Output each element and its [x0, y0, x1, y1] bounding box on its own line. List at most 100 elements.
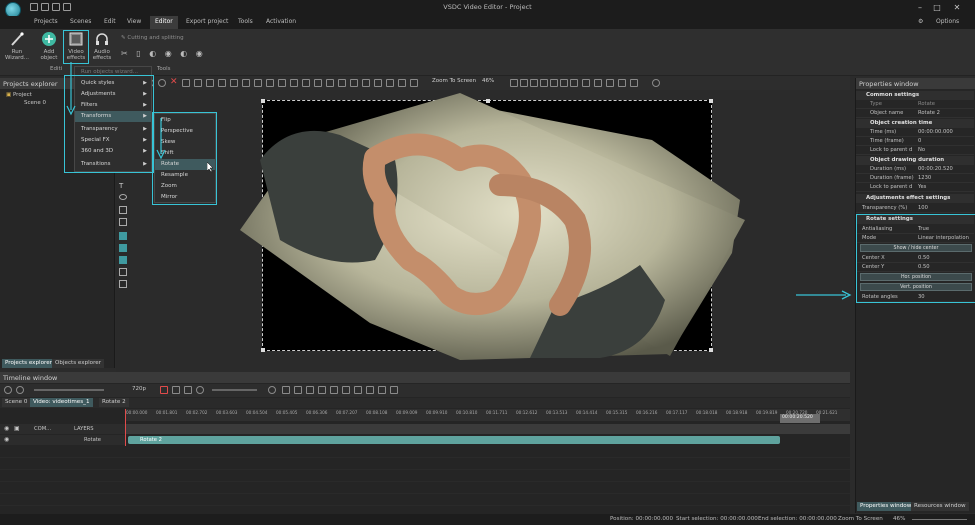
breadcrumb-rotate[interactable]: Rotate 2 — [99, 398, 129, 407]
ellipse-tool-icon[interactable] — [119, 194, 127, 200]
prop-lock-to-parent-duration[interactable]: Lock to parent d Yes — [856, 183, 974, 192]
split-icon[interactable] — [172, 386, 180, 394]
align-left-icon[interactable] — [254, 79, 262, 87]
breadcrumb-scene[interactable]: Scene 0 — [2, 398, 31, 407]
record-icon[interactable] — [160, 386, 168, 394]
track-lane-com[interactable] — [125, 424, 850, 434]
prop-duration-frame[interactable]: Duration (frame) 1230 — [856, 174, 974, 183]
prop-lock-to-parent[interactable]: Lock to parent d No — [856, 146, 974, 155]
zoom-select[interactable]: 46% — [482, 78, 494, 84]
delete-icon[interactable]: ✕ — [170, 77, 178, 87]
clock-icon[interactable] — [268, 386, 276, 394]
align-icon[interactable] — [218, 79, 226, 87]
tab-properties-window[interactable]: Properties window — [857, 502, 915, 511]
mask-icon[interactable] — [606, 79, 614, 87]
minimize-button[interactable]: – — [913, 2, 927, 13]
menu-editor[interactable]: Editor — [150, 16, 178, 29]
zoom-in-icon[interactable] — [510, 79, 518, 87]
tab-projects-explorer[interactable]: Projects explorer — [2, 359, 55, 368]
grid-icon[interactable] — [314, 79, 322, 87]
fullscreen-preview-icon[interactable] — [390, 386, 398, 394]
rotate-clip[interactable]: Rotate 2 — [128, 436, 780, 444]
skip-end-icon[interactable] — [330, 386, 338, 394]
overlay-icon[interactable] — [570, 79, 578, 87]
picture-icon[interactable] — [582, 79, 590, 87]
close-button[interactable]: ✕ — [950, 2, 964, 13]
undo-icon[interactable] — [158, 79, 166, 87]
scene-canvas[interactable] — [130, 90, 850, 370]
marker-icon[interactable] — [618, 79, 626, 87]
prop-time-frame[interactable]: Time (frame) 0 — [856, 137, 974, 146]
menu-export-project[interactable]: Export project — [186, 18, 228, 25]
menu-tools[interactable]: Tools — [238, 18, 253, 25]
eye-icon[interactable]: ◉ — [4, 436, 9, 443]
add-icon[interactable] — [4, 386, 12, 394]
crop-icon[interactable] — [206, 79, 214, 87]
arrow-left-icon[interactable] — [362, 79, 370, 87]
align-right-icon[interactable] — [266, 79, 274, 87]
crop-frame-icon[interactable] — [594, 79, 602, 87]
options-button[interactable]: Options — [936, 18, 959, 25]
tree-scene[interactable]: Scene 0 — [24, 100, 46, 106]
volume-slider[interactable] — [212, 389, 257, 391]
marker-prev-icon[interactable] — [342, 386, 350, 394]
tab-resources-window[interactable]: Resources window — [911, 502, 969, 511]
next-frame-icon[interactable] — [318, 386, 326, 394]
play-icon[interactable] — [306, 386, 314, 394]
section-object-creation-time[interactable]: Object creation time — [856, 119, 974, 128]
add-object-button[interactable]: Add object — [36, 31, 62, 61]
menu-view[interactable]: View — [127, 18, 141, 25]
snap-icon[interactable] — [326, 79, 334, 87]
prop-transparency[interactable]: Transparency (%) 100 — [856, 204, 974, 213]
status-zoom-slider[interactable] — [912, 519, 967, 520]
skip-start-icon[interactable] — [282, 386, 290, 394]
status-zoom[interactable]: Zoom To Screen — [838, 516, 883, 522]
rect-tool-icon[interactable] — [119, 206, 127, 214]
run-wizard-button[interactable]: Run Wizard... — [4, 31, 30, 61]
speed-icon[interactable] — [378, 386, 386, 394]
snapshot-icon[interactable] — [366, 386, 374, 394]
fit-icon[interactable] — [530, 79, 538, 87]
resolution-select[interactable]: 720p — [132, 386, 146, 392]
chart-tool-icon[interactable] — [119, 268, 127, 276]
trim-icon[interactable] — [184, 386, 192, 394]
image-tool-icon[interactable] — [119, 218, 127, 226]
cutting-splitting-button[interactable]: ✎ Cutting and splitting — [121, 35, 184, 41]
menu-scenes[interactable]: Scenes — [70, 18, 91, 25]
loop-icon[interactable] — [196, 386, 204, 394]
eye-icon[interactable]: ◉ — [4, 425, 9, 432]
move-down-icon[interactable] — [242, 79, 250, 87]
audio-effects-button[interactable]: Audio effects — [90, 31, 114, 61]
arrow-up-icon[interactable] — [338, 79, 346, 87]
lock-icon[interactable]: ▣ — [14, 425, 20, 432]
menu-edit[interactable]: Edit — [104, 18, 116, 25]
layout-icon[interactable] — [560, 79, 568, 87]
copy-icon[interactable] — [182, 79, 190, 87]
arrow-down-icon[interactable] — [350, 79, 358, 87]
menu-activation[interactable]: Activation — [266, 18, 296, 25]
section-adjustments-effect-settings[interactable]: Adjustments effect settings — [856, 194, 974, 203]
section-common-settings[interactable]: Common settings — [856, 91, 974, 100]
maximize-button[interactable]: □ — [930, 2, 944, 13]
distribute-h-icon[interactable] — [386, 79, 394, 87]
tab-objects-explorer[interactable]: Objects explorer — [52, 359, 105, 368]
arrow-right-icon[interactable] — [374, 79, 382, 87]
target-icon[interactable] — [630, 79, 638, 87]
move-up-icon[interactable] — [230, 79, 238, 87]
breadcrumb-video[interactable]: Video: videotimes_1 — [30, 398, 93, 407]
align-center-icon[interactable] — [302, 79, 310, 87]
remove-icon[interactable] — [16, 386, 24, 394]
prev-frame-icon[interactable] — [294, 386, 302, 394]
distribute-v-icon[interactable] — [398, 79, 406, 87]
tree-project[interactable]: ▣ Project — [6, 92, 32, 98]
settings-icon[interactable] — [652, 79, 660, 87]
sprite-tool-icon[interactable] — [119, 256, 127, 264]
align-bottom-icon[interactable] — [290, 79, 298, 87]
zoom-out-icon[interactable] — [520, 79, 528, 87]
time-ruler[interactable]: 00:00.000 00:01.801 00:02.702 00:03.603 00:0… — [125, 409, 850, 421]
timeline-zoom-slider[interactable] — [34, 389, 104, 391]
size-icon[interactable] — [410, 79, 418, 87]
zoom-to-screen-button[interactable]: Zoom To Screen — [432, 78, 476, 84]
menu-projects[interactable]: Projects — [34, 18, 58, 25]
marker-next-icon[interactable] — [354, 386, 362, 394]
